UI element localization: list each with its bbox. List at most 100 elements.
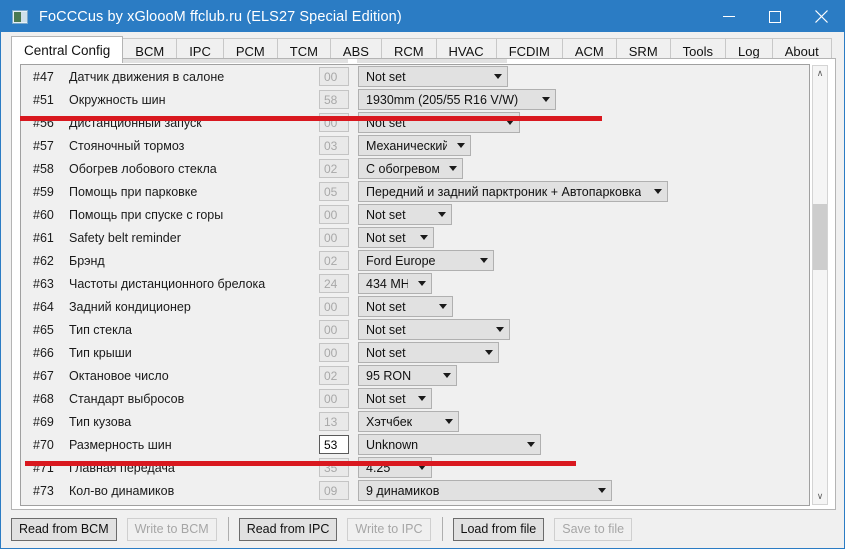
row-label: Частоты дистанционного брелока bbox=[69, 276, 266, 291]
row-value-dropdown[interactable]: Not set bbox=[358, 319, 510, 340]
window-title: FoCCCus by xGloooM ffclub.ru (ELS27 Spec… bbox=[39, 8, 402, 25]
row-value-dropdown[interactable]: Механический bbox=[358, 135, 471, 156]
chevron-down-icon bbox=[480, 258, 488, 263]
row-label: Обогрев лобового стекла bbox=[69, 161, 217, 176]
config-row[interactable]: #71 Главная передача 35 4.25 bbox=[21, 456, 809, 479]
row-label: Октановое число bbox=[69, 368, 169, 383]
scrolled-row-remnant-right bbox=[357, 59, 507, 63]
chevron-down-icon bbox=[485, 350, 493, 355]
row-code-field[interactable]: 02 bbox=[319, 366, 349, 385]
row-code-field[interactable]: 00 bbox=[319, 205, 349, 224]
vertical-scrollbar[interactable]: ∧ ∨ bbox=[812, 65, 828, 505]
config-row[interactable]: #61 Safety belt reminder 00 Not set bbox=[21, 226, 809, 249]
row-index: #66 bbox=[33, 345, 54, 360]
row-value-dropdown[interactable]: Not set bbox=[358, 342, 499, 363]
row-code-field[interactable]: 58 bbox=[319, 90, 349, 109]
config-row[interactable]: #63 Частоты дистанционного брелока 24 434 M… bbox=[21, 272, 809, 295]
config-row[interactable]: #62 Брэнд 02 Ford Europe bbox=[21, 249, 809, 272]
row-value-dropdown[interactable]: 434 MHz bbox=[358, 273, 432, 294]
row-value-dropdown[interactable]: Not set bbox=[358, 227, 434, 248]
row-value-dropdown[interactable]: 9 динамиков bbox=[358, 480, 612, 501]
config-row[interactable]: #56 Дистанционный запуск 00 Not set bbox=[21, 111, 809, 134]
row-value-dropdown[interactable]: Unknown bbox=[358, 434, 541, 455]
config-row[interactable]: #65 Тип стекла 00 Not set bbox=[21, 318, 809, 341]
row-code-field[interactable]: 02 bbox=[319, 251, 349, 270]
row-value-dropdown[interactable]: 95 RON bbox=[358, 365, 457, 386]
row-index: #60 bbox=[33, 207, 54, 222]
row-code-field[interactable]: 00 bbox=[319, 389, 349, 408]
read-from-ipc-button[interactable]: Read from IPC bbox=[238, 517, 338, 541]
config-row[interactable]: #57 Стояночный тормоз 03 Механический bbox=[21, 134, 809, 157]
row-label: Тип стекла bbox=[69, 322, 132, 337]
row-code-field[interactable]: 00 bbox=[319, 228, 349, 247]
config-row[interactable]: #47 Датчик движения в салоне 00 Not set bbox=[21, 65, 809, 88]
chevron-down-icon bbox=[457, 143, 465, 148]
row-value-dropdown[interactable]: Передний и задний парктроник + Автопарко… bbox=[358, 181, 668, 202]
app-monitor-icon bbox=[12, 9, 28, 24]
row-value-dropdown[interactable]: Ford Europe bbox=[358, 250, 494, 271]
load-from-file-button[interactable]: Load from file bbox=[452, 517, 545, 541]
tab-label: IPC bbox=[189, 43, 211, 59]
minimize-button[interactable] bbox=[706, 1, 752, 32]
annotation-line-tire-size bbox=[25, 461, 576, 466]
row-label: Брэнд bbox=[69, 253, 105, 268]
row-value-dropdown[interactable]: С обогревом bbox=[358, 158, 463, 179]
config-row[interactable]: #69 Тип кузова 13 Хэтчбек bbox=[21, 410, 809, 433]
row-code-field[interactable]: 05 bbox=[319, 182, 349, 201]
chevron-down-icon bbox=[439, 304, 447, 309]
write-to-bcm-button: Write to BCM bbox=[126, 517, 217, 541]
row-value-dropdown[interactable]: Not set bbox=[358, 204, 452, 225]
row-value-dropdown[interactable]: Хэтчбек bbox=[358, 411, 459, 432]
config-row[interactable]: #67 Октановое число 02 95 RON bbox=[21, 364, 809, 387]
row-code-field[interactable]: 09 bbox=[319, 481, 349, 500]
config-row-list[interactable]: #47 Датчик движения в салоне 00 Not set #51 О… bbox=[20, 64, 810, 506]
row-index: #64 bbox=[33, 299, 54, 314]
row-value-dropdown[interactable]: Not set bbox=[358, 66, 508, 87]
row-value-dropdown[interactable]: 1930mm (205/55 R16 V/W) bbox=[358, 89, 556, 110]
maximize-button[interactable] bbox=[752, 1, 798, 32]
config-row[interactable]: #59 Помощь при парковке 05 Передний и задни… bbox=[21, 180, 809, 203]
row-code-field[interactable]: 00 bbox=[319, 67, 349, 86]
chevron-down-icon bbox=[527, 442, 535, 447]
dropdown-selected-value: Not set bbox=[366, 230, 406, 245]
config-row[interactable]: #70 Размерность шин 53 Unknown bbox=[21, 433, 809, 456]
button-group-separator bbox=[227, 517, 229, 541]
dropdown-selected-value: Передний и задний парктроник + Автопарко… bbox=[366, 184, 642, 199]
chevron-down-icon bbox=[496, 327, 504, 332]
config-row[interactable]: #51 Окружность шин 58 1930mm (205/55 R16 V/… bbox=[21, 88, 809, 111]
row-label: Кол-во динамиков bbox=[69, 483, 175, 498]
scrollbar-thumb[interactable] bbox=[813, 204, 827, 270]
row-code-field[interactable]: 00 bbox=[319, 343, 349, 362]
row-index: #65 bbox=[33, 322, 54, 337]
row-code-field[interactable]: 53 bbox=[319, 435, 349, 454]
config-row[interactable]: #64 Задний кондиционер 00 Not set bbox=[21, 295, 809, 318]
config-row[interactable]: #68 Стандарт выбросов 00 Not set bbox=[21, 387, 809, 410]
dropdown-selected-value: Not set bbox=[366, 207, 406, 222]
config-row[interactable]: #60 Помощь при спуске с горы 00 Not set bbox=[21, 203, 809, 226]
config-row[interactable]: #58 Обогрев лобового стекла 02 С обогревом bbox=[21, 157, 809, 180]
row-index: #58 bbox=[33, 161, 54, 176]
chevron-down-icon bbox=[542, 97, 550, 102]
scroll-up-button[interactable]: ∧ bbox=[813, 66, 827, 81]
title-bar: FoCCCus by xGloooM ffclub.ru (ELS27 Spec… bbox=[1, 1, 844, 32]
dropdown-selected-value: 434 MHz bbox=[366, 276, 408, 291]
tab-label: TCM bbox=[289, 43, 318, 59]
annotation-line-tire-circumference bbox=[20, 116, 602, 121]
tab-label: Tools bbox=[682, 43, 714, 59]
row-code-field[interactable]: 02 bbox=[319, 159, 349, 178]
row-index: #62 bbox=[33, 253, 54, 268]
row-value-dropdown[interactable]: Not set bbox=[358, 388, 432, 409]
row-code-field[interactable]: 13 bbox=[319, 412, 349, 431]
scroll-down-button[interactable]: ∨ bbox=[813, 489, 827, 504]
row-code-field[interactable]: 03 bbox=[319, 136, 349, 155]
config-row[interactable]: #66 Тип крыши 00 Not set bbox=[21, 341, 809, 364]
dropdown-selected-value: 95 RON bbox=[366, 368, 412, 383]
config-row[interactable]: #73 Кол-во динамиков 09 9 динамиков bbox=[21, 479, 809, 502]
tab-central-config[interactable]: Central Config bbox=[11, 36, 124, 63]
row-value-dropdown[interactable]: Not set bbox=[358, 296, 453, 317]
read-from-bcm-button[interactable]: Read from BCM bbox=[11, 517, 117, 541]
close-button[interactable] bbox=[798, 1, 844, 32]
row-code-field[interactable]: 00 bbox=[319, 320, 349, 339]
row-code-field[interactable]: 24 bbox=[319, 274, 349, 293]
row-code-field[interactable]: 00 bbox=[319, 297, 349, 316]
